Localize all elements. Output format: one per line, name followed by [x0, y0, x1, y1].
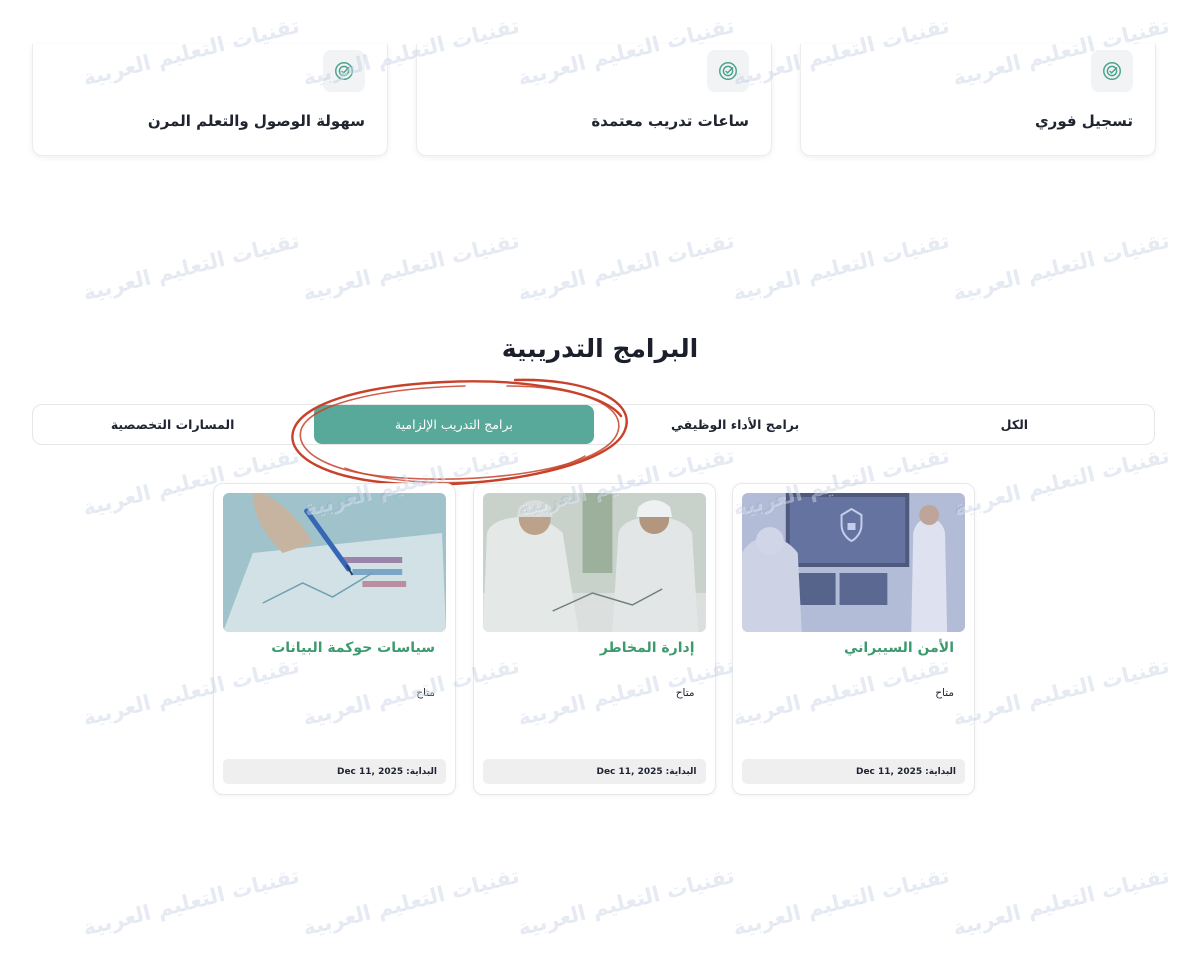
tab-performance-programs[interactable]: برامج الأداء الوظيفي	[596, 405, 875, 444]
tab-all[interactable]: الكل	[875, 405, 1154, 444]
risk-management-photo	[482, 493, 706, 632]
course-status: متاح	[675, 687, 695, 699]
watermark: تقنيات التعليم العربية	[80, 863, 302, 941]
data-governance-photo	[223, 493, 446, 632]
date-value: Dec 11, 2025	[855, 766, 923, 777]
watermark: تقنيات التعليم العربية	[300, 228, 522, 306]
watermark: تقنيات التعليم العربية	[80, 228, 302, 306]
date-label: البداية:	[665, 766, 697, 777]
target-check-icon	[323, 50, 365, 92]
course-start-date: البداية: Dec 11, 2025	[742, 759, 965, 784]
features-row: تسجيل فوري ساعات تدريب معتمدة سهولة الوص…	[32, 44, 1156, 156]
course-card-data-governance[interactable]: سياسات حوكمة البيانات متاح البداية: Dec …	[213, 483, 456, 795]
course-cards: الأمن السيبراني متاح البداية: Dec 11, 20…	[213, 483, 975, 795]
date-value: Dec 11, 2025	[596, 766, 663, 777]
feature-card-accredited-hours: ساعات تدريب معتمدة	[416, 44, 772, 156]
feature-card-flexible-learning: سهولة الوصول والتعلم المرن	[32, 44, 388, 156]
feature-title: ساعات تدريب معتمدة	[591, 112, 749, 130]
watermark: تقنيات التعليم العربية	[950, 863, 1172, 941]
course-start-date: البداية: Dec 11, 2025	[223, 759, 446, 784]
watermark: تقنيات التعليم العربية	[730, 228, 952, 306]
tab-mandatory-training[interactable]: برامج التدريب الإلزامية	[314, 405, 594, 444]
watermark: تقنيات التعليم العربية	[950, 653, 1172, 731]
course-start-date: البداية: Dec 11, 2025	[482, 759, 706, 784]
course-title: إدارة المخاطر	[599, 640, 695, 656]
watermark: تقنيات التعليم العربية	[515, 863, 737, 941]
course-card-risk-management[interactable]: إدارة المخاطر متاح البداية: Dec 11, 2025	[472, 483, 716, 795]
date-label: البداية:	[406, 766, 437, 777]
training-programs-page: تسجيل فوري ساعات تدريب معتمدة سهولة الوص…	[0, 0, 1200, 957]
watermark: تقنيات التعليم العربية	[730, 863, 952, 941]
date-value: Dec 11, 2025	[336, 766, 404, 777]
watermark: تقنيات التعليم العربية	[300, 863, 522, 941]
target-check-icon	[1091, 50, 1133, 92]
target-check-icon	[707, 50, 749, 92]
watermark: تقنيات التعليم العربية	[515, 228, 737, 306]
watermark: تقنيات التعليم العربية	[950, 228, 1172, 306]
section-title: البرامج التدريبية	[501, 334, 699, 363]
watermark: تقنيات التعليم العربية	[950, 443, 1172, 521]
course-status: متاح	[935, 687, 954, 699]
course-title: سياسات حوكمة البيانات	[271, 640, 435, 656]
cybersecurity-photo	[742, 493, 965, 632]
feature-title: سهولة الوصول والتعلم المرن	[147, 112, 365, 130]
feature-title: تسجيل فوري	[1034, 112, 1133, 130]
feature-card-instant-registration: تسجيل فوري	[800, 44, 1156, 156]
tab-specialized-tracks[interactable]: المسارات التخصصية	[33, 405, 312, 444]
date-label: البداية:	[925, 766, 956, 777]
program-tabs: الكل برامج الأداء الوظيفي برامج التدريب …	[32, 404, 1155, 445]
course-title: الأمن السيبراني	[843, 640, 954, 656]
course-card-cybersecurity[interactable]: الأمن السيبراني متاح البداية: Dec 11, 20…	[732, 483, 975, 795]
course-status: متاح	[416, 687, 435, 699]
